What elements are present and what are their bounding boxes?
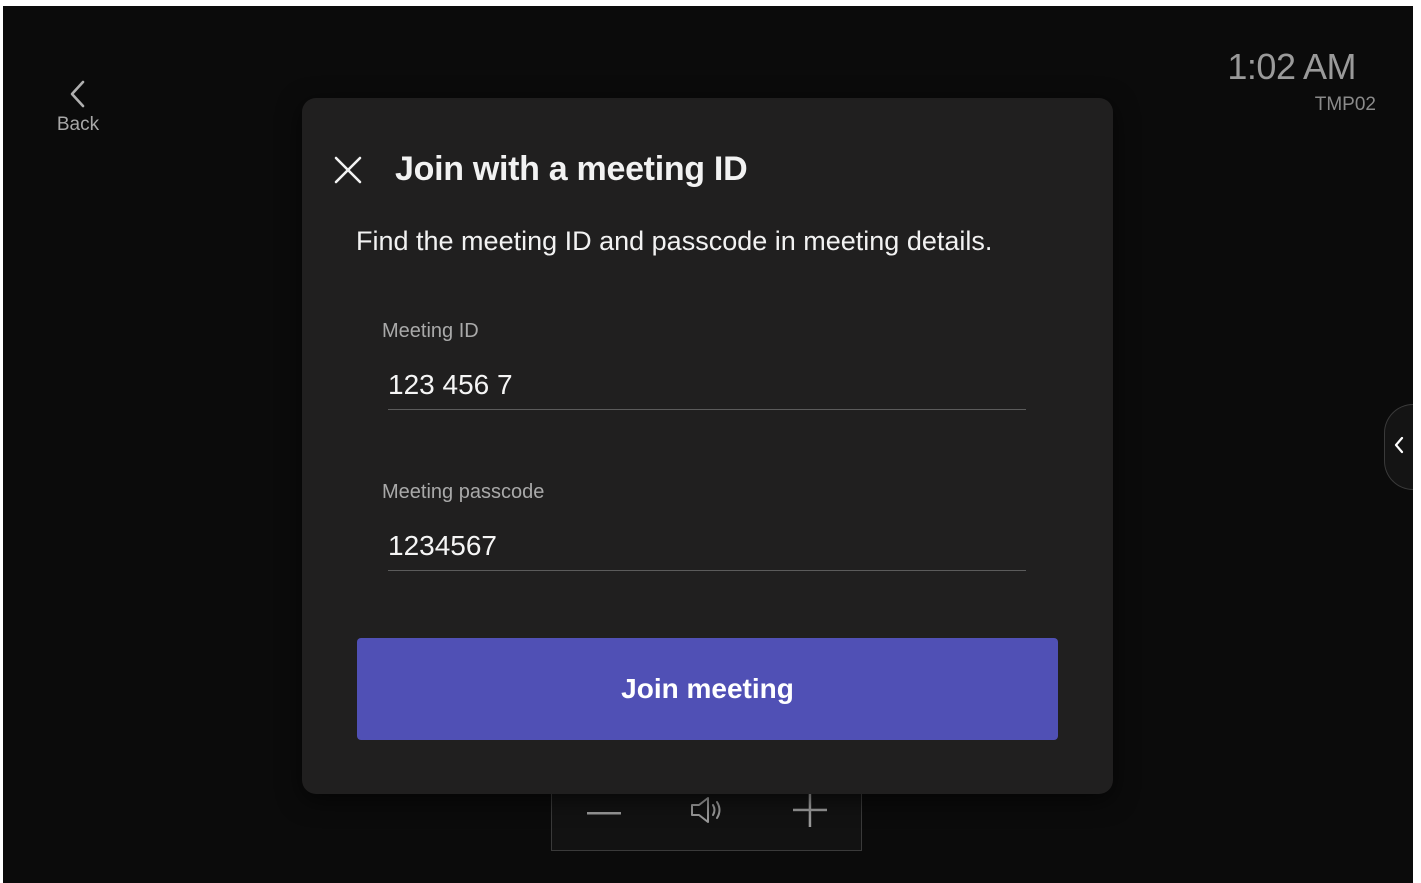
chevron-left-icon <box>66 78 90 110</box>
close-button[interactable] <box>330 154 366 190</box>
dialog-subtitle: Find the meeting ID and passcode in meet… <box>356 226 993 256</box>
meeting-id-label: Meeting ID <box>382 320 479 342</box>
volume-down-button[interactable] <box>574 792 634 832</box>
join-meeting-button[interactable]: Join meeting <box>357 638 1058 740</box>
chevron-left-icon <box>1393 435 1405 460</box>
screen: Back 1:02 AM TMP02 Join with a meeting I… <box>3 6 1413 883</box>
meeting-passcode-input[interactable] <box>388 525 1026 571</box>
plus-icon <box>792 792 827 832</box>
minus-icon <box>586 803 621 821</box>
meeting-passcode-label: Meeting passcode <box>382 481 545 503</box>
side-panel-toggle[interactable] <box>1384 404 1413 490</box>
device-name: TMP02 <box>1314 94 1376 115</box>
volume-up-button[interactable] <box>780 792 840 832</box>
join-meeting-dialog: Join with a meeting ID Find the meeting … <box>302 98 1113 794</box>
back-label: Back <box>56 114 100 135</box>
close-icon <box>333 155 363 190</box>
clock: 1:02 AM <box>1227 46 1356 87</box>
speaker-icon <box>689 794 725 831</box>
meeting-id-input[interactable] <box>388 364 1026 410</box>
dialog-title: Join with a meeting ID <box>395 150 748 188</box>
mute-button[interactable] <box>677 792 737 832</box>
back-button[interactable]: Back <box>43 78 113 148</box>
